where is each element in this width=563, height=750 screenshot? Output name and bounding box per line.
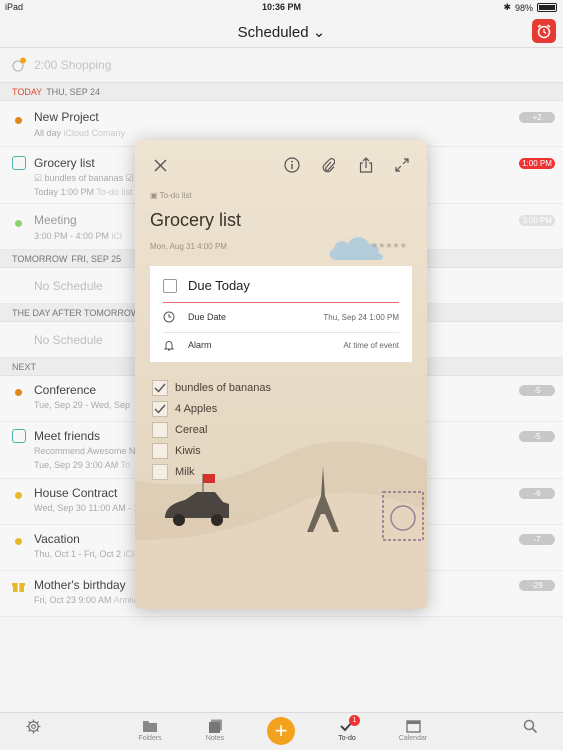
folder-name: To-do list — [159, 191, 192, 200]
card-toolbar — [135, 154, 427, 176]
alarm-label: Alarm — [188, 340, 212, 350]
due-today-label: Due Today — [188, 278, 250, 293]
bell-icon — [163, 341, 175, 351]
subtask-checkbox[interactable] — [152, 379, 168, 396]
attach-button[interactable] — [317, 154, 339, 176]
subtask-label: Kiwis — [175, 444, 201, 457]
expand-icon — [395, 158, 409, 172]
alarm-value: At time of event — [343, 340, 399, 350]
subtask-item[interactable]: Milk — [152, 461, 271, 482]
subtask-item[interactable]: Kiwis — [152, 440, 271, 461]
check-icon — [154, 404, 166, 414]
due-date-row[interactable]: Due Date Thu, Sep 24 1:00 PM — [163, 304, 399, 330]
subtask-list: bundles of bananas 4 Apples Cereal Kiwis… — [152, 377, 271, 482]
alarm-row[interactable]: Alarm At time of event — [163, 332, 399, 358]
due-date-value: Thu, Sep 24 1:00 PM — [323, 312, 399, 322]
share-icon — [359, 157, 373, 173]
subtask-label: Milk — [175, 465, 195, 478]
clock-icon — [163, 311, 175, 323]
paperclip-icon — [322, 158, 335, 173]
info-button[interactable] — [281, 154, 303, 176]
due-today-checkbox[interactable] — [163, 278, 177, 293]
subtask-label: 4 Apples — [175, 402, 218, 415]
due-today-toggle[interactable]: Due Today — [163, 278, 250, 293]
subtask-checkbox[interactable] — [152, 463, 168, 480]
reminder-panel: Due Today Due Date Thu, Sep 24 1:00 PM A… — [150, 266, 412, 362]
share-button[interactable] — [355, 154, 377, 176]
subtask-item[interactable]: bundles of bananas — [152, 377, 271, 398]
subtask-item[interactable]: 4 Apples — [152, 398, 271, 419]
todo-detail-card: ▣ To-do list Grocery list Mon, Aug 31 4:… — [135, 140, 427, 609]
folder-label[interactable]: ▣ To-do list — [150, 191, 192, 200]
priority-stars[interactable]: ★★★★★ — [371, 241, 407, 250]
info-icon — [284, 157, 300, 173]
close-button[interactable] — [149, 154, 171, 176]
expand-button[interactable] — [391, 154, 413, 176]
due-divider — [163, 302, 399, 303]
subtask-label: Cereal — [175, 423, 208, 436]
close-icon — [154, 159, 166, 171]
subtask-item[interactable]: Cereal — [152, 419, 271, 440]
note-title[interactable]: Grocery list — [150, 210, 241, 231]
note-date: Mon, Aug 31 4:00 PM — [150, 242, 227, 251]
subtask-checkbox[interactable] — [152, 400, 168, 417]
due-date-label: Due Date — [188, 312, 227, 322]
check-icon — [154, 383, 166, 393]
subtask-checkbox[interactable] — [152, 421, 168, 438]
subtask-label: bundles of bananas — [175, 381, 272, 394]
subtask-checkbox[interactable] — [152, 442, 168, 459]
